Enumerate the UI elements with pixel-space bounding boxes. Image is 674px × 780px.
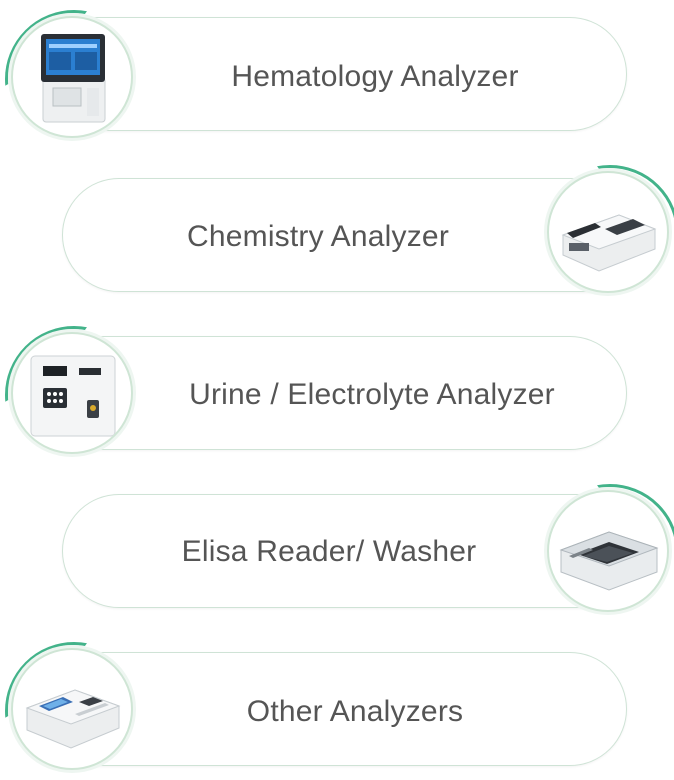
other-analyzer-icon: [11, 648, 133, 770]
category-label[interactable]: Other Analyzers: [247, 695, 463, 729]
category-item-other[interactable]: Other Analyzers: [0, 0, 674, 770]
